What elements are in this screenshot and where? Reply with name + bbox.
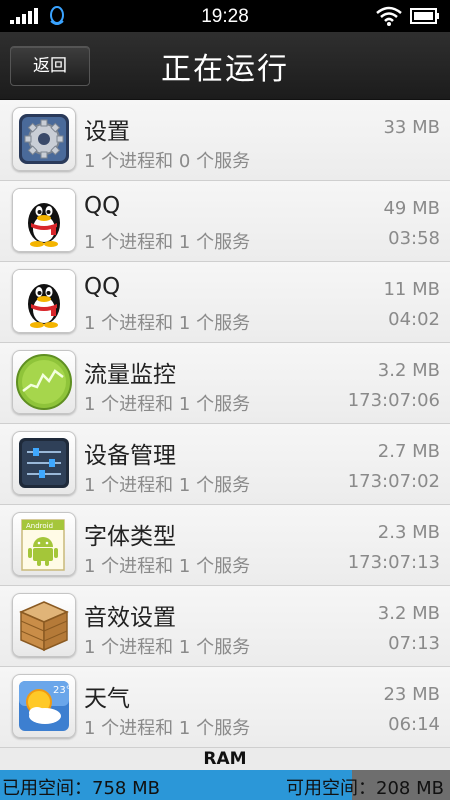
- ram-usage-bar: 已用空间：758 MB 可用空间：208 MB: [0, 770, 450, 800]
- app-runtime: 173:07:02: [347, 471, 440, 492]
- app-name: 设置: [84, 119, 130, 145]
- status-bar: 19:28: [0, 0, 450, 32]
- app-runtime: 06:14: [388, 714, 440, 735]
- process-row-traffic-monitor[interactable]: 流量监控 1 个进程和 1 个服务 3.2 MB 173:07:06: [0, 343, 450, 424]
- ram-label: RAM: [203, 749, 247, 769]
- app-memory: 23 MB: [383, 684, 440, 705]
- app-desc: 1 个进程和 1 个服务: [84, 637, 251, 658]
- app-runtime: 04:02: [388, 309, 440, 330]
- process-row-settings[interactable]: 设置 1 个进程和 0 个服务 33 MB: [0, 100, 450, 181]
- wooden-crate-icon: [12, 593, 76, 657]
- app-desc: 1 个进程和 1 个服务: [84, 556, 251, 577]
- app-name: 设备管理: [84, 443, 176, 469]
- app-runtime: 173:07:13: [347, 552, 440, 573]
- app-memory: 2.3 MB: [377, 522, 440, 543]
- app-memory: 2.7 MB: [377, 441, 440, 462]
- process-row-weather[interactable]: 23° 天气 1 个进程和 1 个服务 23 MB 06:14: [0, 667, 450, 748]
- ram-used-text: 已用空间：758 MB: [2, 778, 160, 799]
- device-manager-sliders-icon: [12, 431, 76, 495]
- android-font-icon: Android: [12, 512, 76, 576]
- app-memory: 11 MB: [383, 279, 440, 300]
- qq-penguin-icon: [12, 188, 76, 252]
- app-desc: 1 个进程和 1 个服务: [84, 718, 251, 739]
- qq-penguin-icon: [12, 269, 76, 333]
- app-desc: 1 个进程和 1 个服务: [84, 394, 251, 415]
- app-name: 流量监控: [84, 362, 176, 388]
- page-title: 正在运行: [161, 52, 289, 87]
- app-memory: 3.2 MB: [377, 360, 440, 381]
- app-runtime: 173:07:06: [347, 390, 440, 411]
- battery-icon: [410, 8, 439, 24]
- process-list: 设置 1 个进程和 0 个服务 33 MB QQ 1 个进程和 1 个服务 49…: [0, 100, 450, 748]
- app-name: QQ: [84, 193, 121, 219]
- ram-free-text: 可用空间：208 MB: [286, 778, 444, 799]
- app-memory: 49 MB: [383, 198, 440, 219]
- app-desc: 1 个进程和 1 个服务: [84, 475, 251, 496]
- wifi-icon: [376, 6, 402, 26]
- traffic-monitor-icon: [12, 350, 76, 414]
- process-row-font-type[interactable]: Android 字体类型 1 个进程和 1 个服务 2.3 MB 173:07:…: [0, 505, 450, 586]
- app-desc: 1 个进程和 1 个服务: [84, 313, 251, 334]
- svg-text:Android: Android: [26, 522, 53, 530]
- process-row-device-manager[interactable]: 设备管理 1 个进程和 1 个服务 2.7 MB 173:07:02: [0, 424, 450, 505]
- svg-text:23°: 23°: [53, 685, 71, 696]
- weather-sun-cloud-icon: 23°: [12, 674, 76, 738]
- app-desc: 1 个进程和 1 个服务: [84, 232, 251, 253]
- app-memory: 3.2 MB: [377, 603, 440, 624]
- app-name: 天气: [84, 686, 130, 712]
- title-bar: 返回 正在运行: [0, 32, 450, 100]
- app-runtime: 07:13: [388, 633, 440, 654]
- process-row-qq[interactable]: QQ 1 个进程和 1 个服务 11 MB 04:02: [0, 262, 450, 343]
- process-row-qq[interactable]: QQ 1 个进程和 1 个服务 49 MB 03:58: [0, 181, 450, 262]
- app-desc: 1 个进程和 0 个服务: [84, 151, 251, 172]
- settings-gear-icon: [12, 107, 76, 171]
- app-name: 字体类型: [84, 524, 176, 550]
- app-name: QQ: [84, 274, 121, 300]
- app-runtime: 03:58: [388, 228, 440, 249]
- process-row-sound-settings[interactable]: 音效设置 1 个进程和 1 个服务 3.2 MB 07:13: [0, 586, 450, 667]
- running-services-screen: 19:28 返回 正在运行 设置 1 个进程和 0 个服务 33 MB QQ 1…: [0, 0, 450, 800]
- app-name: 音效设置: [84, 605, 176, 631]
- app-memory: 33 MB: [383, 117, 440, 138]
